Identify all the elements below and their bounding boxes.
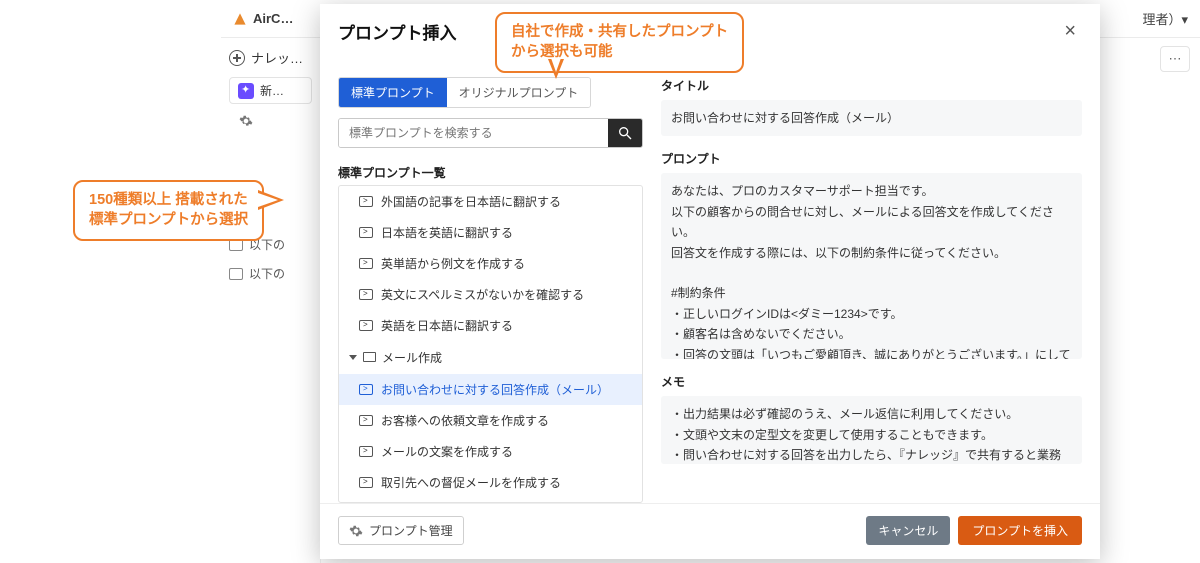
group-label: メール作成 xyxy=(382,349,442,366)
search-row xyxy=(338,118,643,148)
modal-footer: プロンプト管理 キャンセル プロンプトを挿入 xyxy=(320,503,1100,559)
list-item[interactable]: お客様への依頼文章を作成する xyxy=(339,405,642,436)
prompt-list-title: 標準プロンプト一覧 xyxy=(338,164,643,181)
more-menu-button[interactable]: ⋯ xyxy=(1160,46,1190,72)
list-item-label: お客様への依頼文章を作成する xyxy=(381,412,549,429)
prompt-icon xyxy=(359,415,373,426)
prompt-icon xyxy=(359,258,373,269)
logo-icon xyxy=(233,12,247,26)
prompt-icon xyxy=(359,477,373,488)
gear-icon xyxy=(349,524,363,538)
prompt-insert-modal: プロンプト挿入 × 標準プロンプト オリジナルプロンプト 標準プロンプト一覧 外… xyxy=(320,4,1100,559)
prompt-icon xyxy=(359,446,373,457)
prompt-icon xyxy=(359,384,373,395)
annotation-top-tail xyxy=(548,59,564,79)
preview-memo-value[interactable]: ・出力結果は必ず確認のうえ、メール返信に利用してください。 ・文頭や文末の定型文… xyxy=(661,396,1082,464)
chevron-down-icon xyxy=(349,355,357,360)
preview-title-label: タイトル xyxy=(661,77,1082,94)
app-sidebar: ナレッ… 新… xyxy=(221,38,321,563)
list-item[interactable]: 英単語から例文を作成する xyxy=(339,248,642,279)
plus-circle-icon xyxy=(229,50,245,66)
list-item-label: お問い合わせに対する回答作成（メール） xyxy=(381,381,609,398)
search-icon xyxy=(617,125,633,141)
close-button[interactable]: × xyxy=(1058,18,1082,45)
chat-icon xyxy=(229,268,243,280)
sidebar-settings-button[interactable] xyxy=(231,110,320,135)
prompt-icon xyxy=(359,320,373,331)
prompt-icon xyxy=(359,196,373,207)
chat-history-item[interactable]: 以下の xyxy=(221,259,321,288)
list-item[interactable]: お問い合わせに対する回答作成（メール） xyxy=(339,374,642,405)
insert-button[interactable]: プロンプトを挿入 xyxy=(958,516,1082,545)
preview-prompt-label: プロンプト xyxy=(661,150,1082,167)
list-item[interactable]: 英語を日本語に翻訳する xyxy=(339,310,642,341)
list-item[interactable]: メールの文案を作成する xyxy=(339,436,642,467)
folder-icon xyxy=(363,352,376,362)
role-dropdown[interactable]: 理者）▾ xyxy=(1142,9,1188,28)
search-button[interactable] xyxy=(608,119,642,147)
preview-title-value: お問い合わせに対する回答作成（メール） xyxy=(661,100,1082,136)
annotation-left: 150種類以上 搭載された 標準プロンプトから選択 xyxy=(73,180,264,241)
list-item-label: 取引先への督促メールを作成する xyxy=(381,474,561,491)
list-item-label: 英語を日本語に翻訳する xyxy=(381,317,513,334)
sidebar-knowledge-label: ナレッ… xyxy=(251,48,303,67)
gear-icon xyxy=(239,114,253,128)
list-item[interactable]: 日本語を英語に翻訳する xyxy=(339,217,642,248)
prompt-preview-panel: タイトル お問い合わせに対する回答作成（メール） プロンプト あなたは、プロのカ… xyxy=(661,51,1082,503)
manage-prompts-label: プロンプト管理 xyxy=(369,522,453,539)
prompt-icon xyxy=(359,289,373,300)
sidebar-new-chip[interactable]: 新… xyxy=(229,77,312,104)
list-item-label: 外国語の記事を日本語に翻訳する xyxy=(381,193,561,210)
search-input[interactable] xyxy=(339,119,608,147)
tab-standard[interactable]: 標準プロンプト xyxy=(339,78,447,107)
list-item-label: メールの文案を作成する xyxy=(381,443,513,460)
annotation-top: 自社で作成・共有したプロンプト から選択も可能 xyxy=(495,12,744,73)
chat-history-label: 以下の xyxy=(249,265,285,282)
annotation-left-tail xyxy=(258,190,284,210)
prompt-icon xyxy=(359,227,373,238)
list-item[interactable]: 英文にスペルミスがないかを確認する xyxy=(339,279,642,310)
app-name: AirC… xyxy=(253,11,293,26)
prompt-source-tabs: 標準プロンプト オリジナルプロンプト xyxy=(338,77,591,108)
prompt-list[interactable]: 外国語の記事を日本語に翻訳する 日本語を英語に翻訳する 英単語から例文を作成する… xyxy=(338,185,643,503)
prompt-picker-panel: 標準プロンプト オリジナルプロンプト 標準プロンプト一覧 外国語の記事を日本語に… xyxy=(338,51,643,503)
sidebar-knowledge-button[interactable]: ナレッ… xyxy=(221,38,320,77)
modal-title: プロンプト挿入 xyxy=(338,19,457,44)
list-group-header[interactable]: メール作成 xyxy=(339,341,642,374)
cancel-button[interactable]: キャンセル xyxy=(866,516,950,545)
preview-prompt-value[interactable]: あなたは、プロのカスタマーサポート担当です。 以下の顧客からの問合せに対し、メー… xyxy=(661,173,1082,359)
preview-memo-label: メモ xyxy=(661,373,1082,390)
sparkle-icon xyxy=(238,83,254,99)
list-item-label: 日本語を英語に翻訳する xyxy=(381,224,513,241)
list-item[interactable]: 外国語の記事を日本語に翻訳する xyxy=(339,186,642,217)
tab-original[interactable]: オリジナルプロンプト xyxy=(447,78,591,107)
list-item[interactable]: 取引先への督促メールを作成する xyxy=(339,467,642,498)
manage-prompts-button[interactable]: プロンプト管理 xyxy=(338,516,464,545)
list-item-label: 英単語から例文を作成する xyxy=(381,255,525,272)
app-logo: AirC… xyxy=(233,11,293,26)
sidebar-new-label: 新… xyxy=(260,82,284,99)
list-item-label: 英文にスペルミスがないかを確認する xyxy=(381,286,584,303)
close-icon: × xyxy=(1064,20,1076,42)
